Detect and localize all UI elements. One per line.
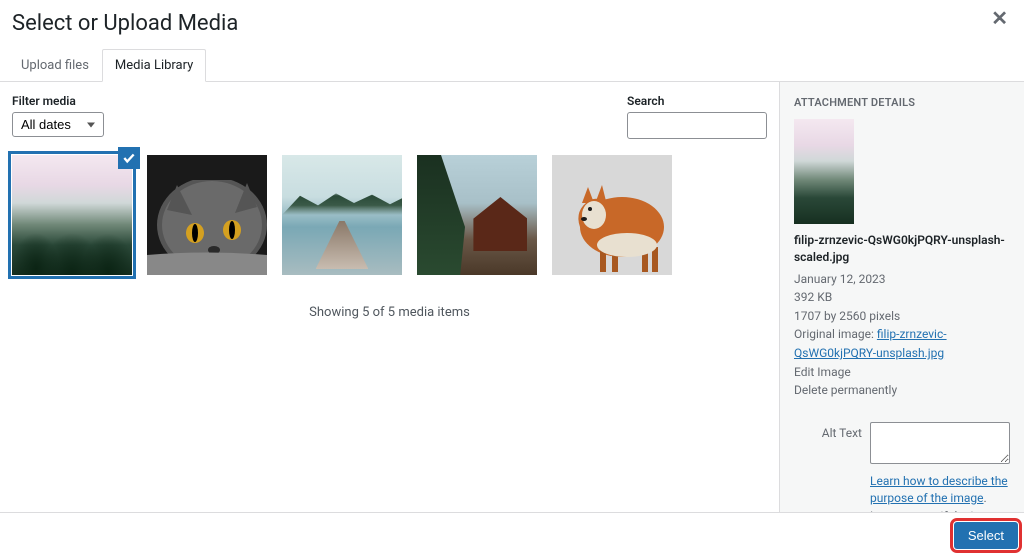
tabs: Upload files Media Library xyxy=(0,48,1024,82)
alt-text-input[interactable] xyxy=(870,422,1010,464)
media-item[interactable]: ✓ xyxy=(552,155,672,275)
select-button[interactable]: Select xyxy=(954,522,1018,549)
media-grid: ✓ ✓ ✓ xyxy=(12,155,767,275)
attachment-filename: filip-zrnzevic-QsWG0kjPQRY-unsplash-scal… xyxy=(794,232,1010,266)
filter-media-select[interactable]: All dates xyxy=(12,112,104,137)
attachment-details-sidebar: ATTACHMENT DETAILS filip-zrnzevic-QsWG0k… xyxy=(779,82,1024,522)
close-icon[interactable]: ✕ xyxy=(991,0,1008,30)
media-item[interactable]: ✓ xyxy=(282,155,402,275)
media-item[interactable]: ✓ xyxy=(147,155,267,275)
check-icon[interactable] xyxy=(118,147,140,169)
tab-upload-files[interactable]: Upload files xyxy=(8,49,102,82)
alt-text-label: Alt Text xyxy=(794,422,862,522)
modal-title: Select or Upload Media xyxy=(12,0,238,48)
media-item[interactable] xyxy=(12,155,132,275)
attachment-details-heading: ATTACHMENT DETAILS xyxy=(794,96,1010,109)
attachment-date: January 12, 2023 xyxy=(794,270,1010,289)
alt-text-help-link[interactable]: Learn how to describe the purpose of the… xyxy=(870,474,1008,505)
attachment-meta: January 12, 2023 392 KB 1707 by 2560 pix… xyxy=(794,270,1010,400)
media-thumbnail xyxy=(12,155,132,275)
edit-image-link[interactable]: Edit Image xyxy=(794,363,1010,382)
delete-permanently-link[interactable]: Delete permanently xyxy=(794,381,1010,400)
filter-media-label: Filter media xyxy=(12,94,104,108)
media-count-text: Showing 5 of 5 media items xyxy=(12,305,767,320)
attachment-dimensions: 1707 by 2560 pixels xyxy=(794,307,1010,326)
media-thumbnail xyxy=(417,155,537,275)
filter-media-group: Filter media All dates xyxy=(12,94,104,137)
media-thumbnail xyxy=(552,155,672,275)
tab-media-library[interactable]: Media Library xyxy=(102,49,206,82)
search-input[interactable] xyxy=(627,112,767,139)
search-label: Search xyxy=(627,94,767,108)
modal-footer: Select xyxy=(0,512,1024,558)
attachment-thumbnail xyxy=(794,119,854,224)
media-item[interactable]: ✓ xyxy=(417,155,537,275)
search-group: Search xyxy=(627,94,767,139)
attachment-original: Original image: filip-zrnzevic-QsWG0kjPQ… xyxy=(794,325,1010,362)
media-browser: Filter media All dates Search xyxy=(0,82,779,522)
toolbar: Filter media All dates Search xyxy=(12,94,767,139)
media-thumbnail xyxy=(147,155,267,275)
media-thumbnail xyxy=(282,155,402,275)
alt-text-field: Alt Text Learn how to describe the purpo… xyxy=(794,422,1010,522)
attachment-size: 392 KB xyxy=(794,288,1010,307)
modal-header: Select or Upload Media ✕ xyxy=(0,0,1024,48)
